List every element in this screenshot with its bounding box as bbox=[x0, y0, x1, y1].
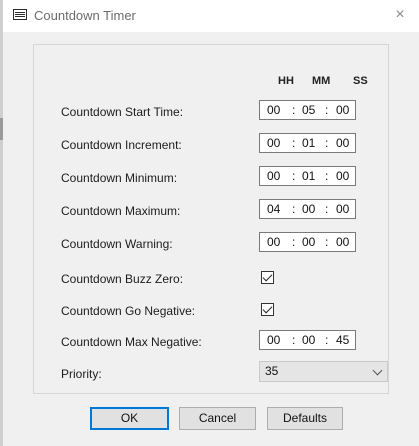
max-negative-mm[interactable]: 00 bbox=[302, 333, 315, 347]
time-separator: : bbox=[292, 333, 296, 347]
minimum-label: Countdown Minimum: bbox=[61, 171, 178, 185]
column-header-mm: MM bbox=[312, 75, 331, 87]
time-separator: : bbox=[325, 202, 329, 216]
warning-mm[interactable]: 00 bbox=[302, 235, 315, 249]
warning-hh[interactable]: 00 bbox=[267, 235, 280, 249]
maximum-hh[interactable]: 04 bbox=[267, 202, 280, 216]
minimum-ss[interactable]: 00 bbox=[336, 169, 349, 183]
maximum-mm[interactable]: 00 bbox=[302, 202, 315, 216]
increment-ss[interactable]: 00 bbox=[336, 136, 349, 150]
start-time-label: Countdown Start Time: bbox=[61, 105, 184, 119]
minimum-field[interactable]: 00 : 01 : 00 bbox=[259, 166, 356, 186]
maximum-label: Countdown Maximum: bbox=[61, 204, 181, 218]
column-header-hh: HH bbox=[278, 75, 294, 87]
title-bar: Countdown Timer × bbox=[3, 0, 419, 32]
time-separator: : bbox=[292, 235, 296, 249]
cancel-button[interactable]: Cancel bbox=[179, 407, 256, 430]
go-negative-checkbox[interactable] bbox=[261, 303, 274, 316]
max-negative-field[interactable]: 00 : 00 : 45 bbox=[259, 330, 356, 350]
window-icon bbox=[13, 9, 27, 20]
time-separator: : bbox=[325, 235, 329, 249]
maximum-field[interactable]: 04 : 00 : 00 bbox=[259, 199, 356, 219]
defaults-button[interactable]: Defaults bbox=[267, 407, 343, 430]
time-separator: : bbox=[292, 202, 296, 216]
minimum-mm[interactable]: 01 bbox=[302, 169, 315, 183]
minimum-hh[interactable]: 00 bbox=[267, 169, 280, 183]
time-separator: : bbox=[292, 136, 296, 150]
start-time-ss[interactable]: 00 bbox=[336, 103, 349, 117]
max-negative-ss[interactable]: 45 bbox=[336, 333, 349, 347]
time-separator: : bbox=[325, 169, 329, 183]
time-separator: : bbox=[292, 169, 296, 183]
column-header-ss: SS bbox=[353, 75, 368, 87]
time-separator: : bbox=[325, 136, 329, 150]
buzz-zero-checkbox[interactable] bbox=[261, 271, 274, 284]
maximum-ss[interactable]: 00 bbox=[336, 202, 349, 216]
warning-label: Countdown Warning: bbox=[61, 237, 173, 251]
max-negative-label: Countdown Max Negative: bbox=[61, 335, 202, 349]
chevron-down-icon bbox=[372, 365, 383, 376]
go-negative-label: Countdown Go Negative: bbox=[61, 304, 196, 318]
ok-button[interactable]: OK bbox=[90, 407, 169, 430]
increment-mm[interactable]: 01 bbox=[302, 136, 315, 150]
priority-label: Priority: bbox=[61, 367, 102, 381]
start-time-hh[interactable]: 00 bbox=[267, 103, 280, 117]
window-title: Countdown Timer bbox=[34, 8, 136, 23]
start-time-mm[interactable]: 05 bbox=[302, 103, 315, 117]
max-negative-hh[interactable]: 00 bbox=[267, 333, 280, 347]
buzz-zero-label: Countdown Buzz Zero: bbox=[61, 272, 184, 286]
start-time-field[interactable]: 00 : 05 : 00 bbox=[259, 100, 356, 120]
increment-field[interactable]: 00 : 01 : 00 bbox=[259, 133, 356, 153]
priority-select[interactable]: 35 bbox=[259, 361, 388, 382]
dialog-body: HH MM SS Countdown Start Time: 00 : 05 :… bbox=[3, 32, 419, 446]
increment-label: Countdown Increment: bbox=[61, 138, 182, 152]
close-icon[interactable]: × bbox=[391, 6, 409, 24]
time-separator: : bbox=[292, 103, 296, 117]
increment-hh[interactable]: 00 bbox=[267, 136, 280, 150]
time-separator: : bbox=[325, 103, 329, 117]
time-separator: : bbox=[325, 333, 329, 347]
settings-panel: HH MM SS Countdown Start Time: 00 : 05 :… bbox=[33, 44, 389, 394]
warning-ss[interactable]: 00 bbox=[336, 235, 349, 249]
priority-value: 35 bbox=[265, 364, 279, 378]
warning-field[interactable]: 00 : 00 : 00 bbox=[259, 232, 356, 252]
